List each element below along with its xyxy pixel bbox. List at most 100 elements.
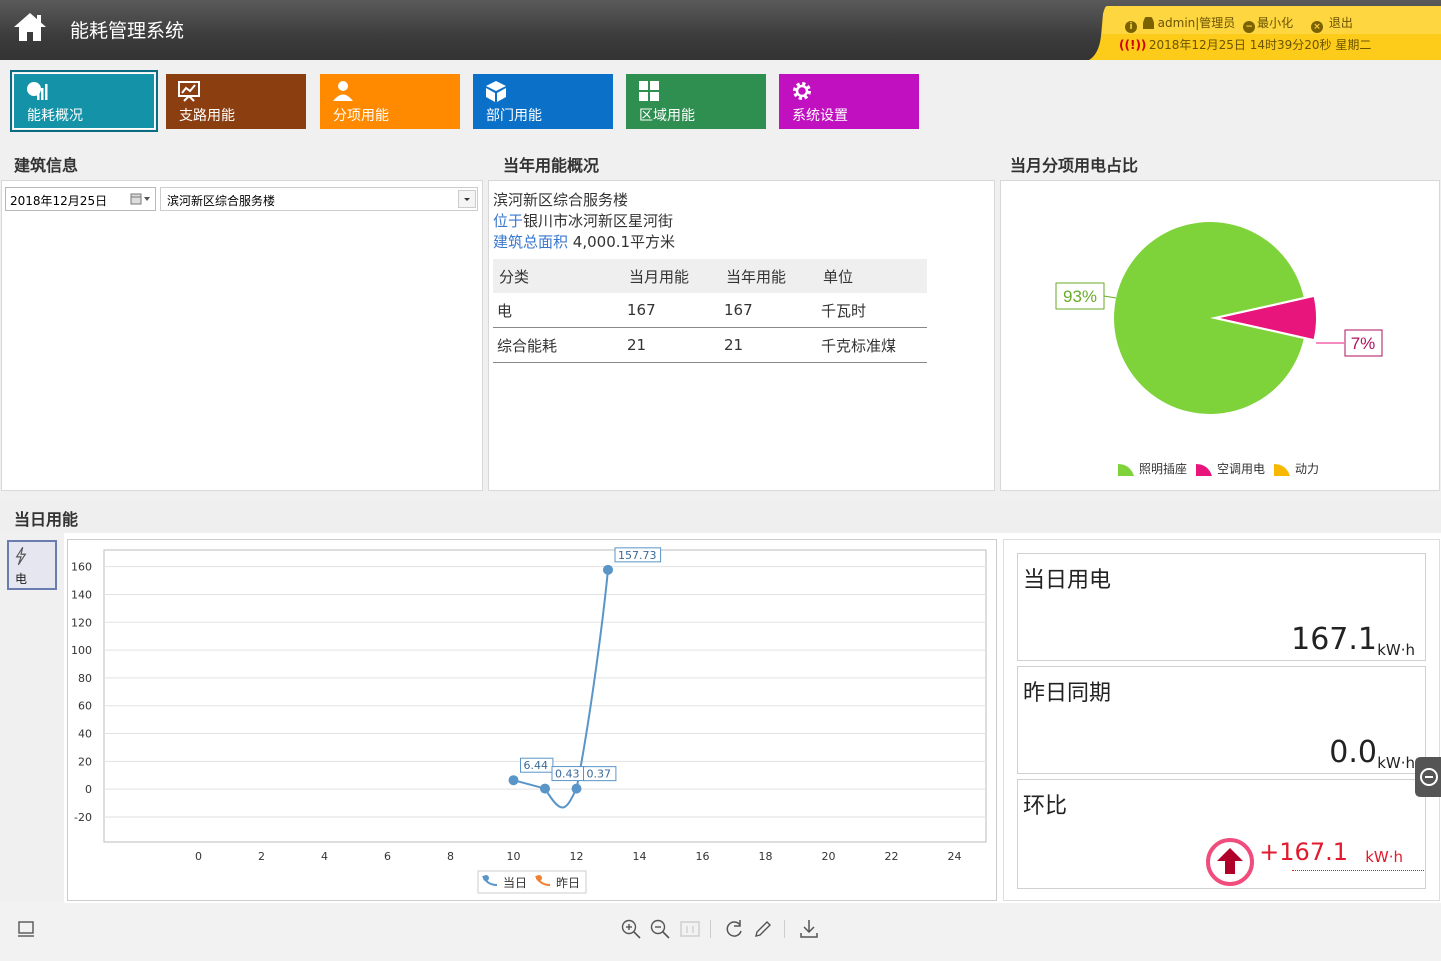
nav-tile-department[interactable]: 部门用能	[473, 74, 613, 129]
legend-icon-power[interactable]	[1274, 464, 1290, 476]
user-icon	[333, 81, 353, 101]
location-value: 银川市冰河新区星河街	[523, 212, 674, 230]
toolbar-divider	[784, 920, 785, 938]
cell: 21	[720, 327, 817, 363]
date-picker[interactable]: 2018年12月25日	[5, 187, 156, 211]
cell: 综合能耗	[493, 327, 623, 363]
nav-label: 能耗概况	[27, 108, 83, 124]
legend-power[interactable]: 动力	[1295, 462, 1319, 476]
zoom-in-icon[interactable]	[620, 918, 642, 940]
side-tab-label: 电	[15, 572, 28, 586]
user-name: admin|管理员	[1157, 16, 1236, 30]
x-tick-label: 4	[321, 850, 328, 863]
date-value: 2018年12月25日	[10, 194, 108, 208]
legend-yesterday[interactable]: 昨日	[556, 876, 580, 890]
legend-today[interactable]: 当日	[503, 876, 527, 890]
data-point[interactable]	[508, 775, 519, 786]
y-tick-label: -20	[74, 811, 92, 824]
data-point[interactable]	[540, 783, 550, 794]
lightning-icon	[15, 546, 27, 566]
user-info-box: i admin|管理员 − 最小化 × 退出 ((!)) 2018年12月25日 …	[1089, 6, 1441, 60]
card-title: 当日用电	[1023, 568, 1112, 593]
pie-label-small: 7%	[1351, 334, 1376, 353]
minimize-icon[interactable]: −	[1243, 21, 1256, 33]
data-point[interactable]	[571, 783, 582, 794]
nav-label: 区域用能	[639, 108, 695, 124]
nav-label: 分项用能	[333, 108, 389, 124]
alarm-icon[interactable]: ((!))	[1119, 38, 1146, 52]
card-ratio: 环比 +167.1 kW·h	[1017, 779, 1426, 889]
building-name: 滨河新区综合服务楼	[493, 191, 629, 209]
minimize-button[interactable]: 最小化	[1257, 16, 1293, 30]
close-icon[interactable]: ×	[1310, 21, 1323, 33]
branch-chart-icon	[178, 81, 200, 102]
logout-button[interactable]: 退出	[1329, 16, 1353, 30]
x-tick-label: 22	[885, 850, 899, 863]
y-tick-label: 100	[71, 644, 92, 657]
x-tick-label: 24	[948, 850, 962, 863]
legend-icon-lighting[interactable]	[1118, 464, 1134, 476]
card-title: 昨日同期	[1023, 681, 1112, 706]
y-tick-label: 140	[71, 588, 92, 601]
chevron-down-icon[interactable]	[458, 190, 476, 208]
y-tick-label: 60	[78, 700, 92, 713]
x-tick-label: 12	[570, 850, 584, 863]
x-tick-label: 0	[195, 850, 202, 863]
calendar-icon[interactable]	[130, 193, 152, 205]
cell: 167	[720, 293, 817, 328]
pie-chart: 93% 7% 照明插座 空调用电 动力	[1055, 222, 1383, 476]
x-tick-label: 18	[759, 850, 773, 863]
area-value: 4,000.1平方米	[572, 233, 676, 251]
x-tick-label: 6	[384, 850, 391, 863]
y-tick-label: 0	[85, 783, 92, 796]
x-tick-label: 8	[447, 850, 454, 863]
col-header: 当月用能	[623, 259, 720, 293]
pencil-icon[interactable]	[752, 918, 774, 940]
legend-lighting[interactable]: 照明插座	[1139, 461, 1187, 476]
building-area: 建筑总面积 4,000.1平方米	[493, 231, 675, 252]
y-tick-label: 120	[71, 616, 92, 629]
location-key: 位于	[493, 212, 524, 230]
nav-tile-overview[interactable]: 能耗概况	[10, 70, 158, 132]
col-header: 分类	[493, 259, 623, 293]
zoom-out-icon[interactable]	[649, 918, 671, 940]
nav-tile-branch[interactable]: 支路用能	[166, 74, 306, 129]
nav-tile-subitem[interactable]: 分项用能	[320, 74, 460, 129]
x-tick-label: 10	[507, 850, 521, 863]
nav-tile-region[interactable]: 区域用能	[626, 74, 766, 129]
card-yesterday: 昨日同期 0.0 kW·h	[1017, 666, 1426, 774]
nav-label: 系统设置	[792, 108, 848, 124]
card-unit: kW·h	[1377, 641, 1415, 659]
col-header: 单位	[817, 259, 927, 293]
gear-icon	[793, 82, 811, 100]
area-key: 建筑总面积	[493, 233, 569, 251]
legend-icon-ac[interactable]	[1196, 464, 1212, 476]
card-title: 环比	[1023, 794, 1068, 819]
actual-size-icon[interactable]	[679, 918, 701, 940]
data-point[interactable]	[603, 564, 613, 575]
y-tick-label: 80	[78, 672, 92, 685]
nav-label: 支路用能	[179, 108, 235, 124]
building-info-title: 建筑信息	[14, 156, 79, 175]
y-tick-label: 40	[78, 728, 92, 741]
nav-tile-settings[interactable]: 系统设置	[779, 74, 919, 129]
person-icon	[1142, 17, 1154, 29]
home-icon[interactable]	[12, 10, 48, 44]
side-tab-electric[interactable]: 电	[7, 540, 57, 590]
box-icon	[486, 81, 506, 102]
refresh-icon[interactable]	[723, 918, 745, 940]
data-label: 0.43	[555, 768, 580, 781]
col-header: 当年用能	[720, 259, 817, 293]
bottom-toolbar	[0, 903, 1441, 961]
monitor-icon[interactable]	[16, 918, 38, 940]
daily-title-bar	[0, 499, 1441, 533]
legend-ac[interactable]: 空调用电	[1217, 462, 1265, 476]
daily-title: 当日用能	[14, 510, 79, 529]
download-icon[interactable]	[798, 918, 820, 940]
card-unit: kW·h	[1365, 848, 1403, 866]
x-tick-label: 2	[258, 850, 265, 863]
table-header: 分类 当月用能 当年用能 单位	[493, 259, 927, 293]
building-select[interactable]: 滨河新区综合服务楼	[160, 187, 478, 211]
side-scroll-handle-icon[interactable]	[1415, 757, 1441, 797]
card-value: 0.0	[1329, 735, 1377, 770]
